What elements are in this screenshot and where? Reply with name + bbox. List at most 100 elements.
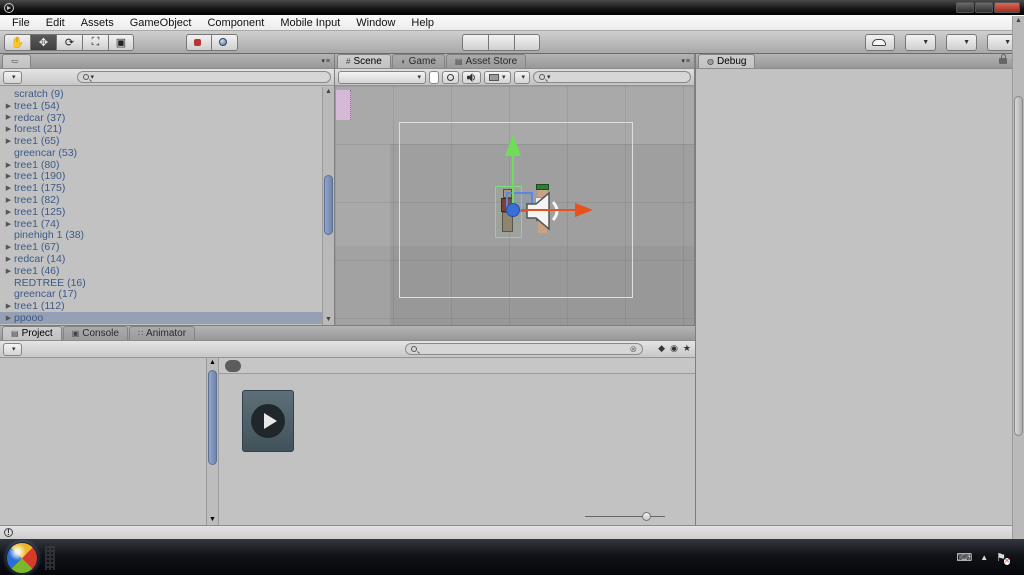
expand-icon[interactable]: ▶ <box>3 220 14 228</box>
menu-file[interactable]: File <box>4 15 38 30</box>
play-button[interactable] <box>462 34 488 51</box>
pause-button[interactable] <box>488 34 514 51</box>
hierarchy-item[interactable]: scratch (9) <box>0 88 322 100</box>
expand-icon[interactable]: ▶ <box>3 302 14 310</box>
hierarchy-item[interactable]: ▶ tree1 (82) <box>0 194 322 206</box>
hierarchy-item[interactable]: ▶ ppooo <box>0 312 322 324</box>
project-create-button[interactable]: ▾ <box>3 342 22 356</box>
expand-icon[interactable]: ▶ <box>3 255 14 263</box>
lock-icon[interactable] <box>999 54 1008 64</box>
hierarchy-item[interactable]: ▶ tree1 (46) <box>0 265 322 277</box>
rotate-tool-button[interactable]: ⟳ <box>56 33 82 51</box>
hierarchy-item[interactable]: REDTREE (16) <box>0 277 322 289</box>
scope-assets-pill[interactable] <box>225 359 241 372</box>
hierarchy-item[interactable]: pinehigh 1 (38) <box>0 229 322 241</box>
action-center-flag-icon[interactable]: ⚑ <box>996 551 1010 565</box>
thumbnail-size-slider[interactable] <box>585 511 665 521</box>
status-bar[interactable]: ! <box>0 525 1024 539</box>
scroll-up-icon[interactable]: ▲ <box>323 87 334 97</box>
hierarchy-scrollbar[interactable]: ▲ ▼ <box>322 87 334 325</box>
keyboard-icon[interactable]: ⌨ <box>956 551 972 564</box>
expand-icon[interactable]: ▶ <box>3 196 14 204</box>
inspector-scrollbar[interactable]: ▲ ▼ <box>1012 16 1024 575</box>
expand-icon[interactable]: ▶ <box>3 172 14 180</box>
hand-tool-button[interactable]: ✋ <box>4 33 30 51</box>
expand-icon[interactable]: ▶ <box>3 184 14 192</box>
asset-item[interactable] <box>235 390 301 455</box>
minimize-button[interactable] <box>956 2 974 13</box>
gizmos-dropdown[interactable]: ▾ <box>513 70 531 84</box>
scroll-up-icon[interactable]: ▲ <box>207 358 218 368</box>
menu-help[interactable]: Help <box>403 15 442 30</box>
expand-icon[interactable]: ▶ <box>3 161 14 169</box>
pivot-toggle-button[interactable] <box>186 33 211 51</box>
tab-debug[interactable]: ◍ Debug <box>698 54 756 68</box>
start-button[interactable] <box>6 541 38 574</box>
menu-edit[interactable]: Edit <box>38 15 73 30</box>
menu-mobile-input[interactable]: Mobile Input <box>272 15 348 30</box>
panel-menu-icon[interactable]: ▾≡ <box>681 57 691 65</box>
expand-icon[interactable]: ▶ <box>3 137 14 145</box>
hierarchy-item[interactable]: ▶ tree1 (190) <box>0 170 322 182</box>
expand-icon[interactable]: ▶ <box>3 267 14 275</box>
search-by-label-icon[interactable]: ◉ <box>670 343 678 354</box>
restore-button[interactable] <box>975 2 993 13</box>
panel-menu-icon[interactable]: ▾≡ <box>321 57 331 65</box>
project-search-input[interactable]: ⊗ <box>405 343 643 355</box>
expand-icon[interactable]: ▶ <box>3 208 14 216</box>
hierarchy-item[interactable]: ▶ tree1 (112) <box>0 300 322 312</box>
expand-icon[interactable]: ▶ <box>3 314 14 322</box>
scene-viewport[interactable] <box>335 86 694 325</box>
hierarchy-item[interactable]: ▶ tree1 (80) <box>0 159 322 171</box>
account-dropdown[interactable]: ▼ <box>905 34 937 51</box>
hierarchy-create-button[interactable]: ▾ <box>3 70 22 84</box>
hierarchy-item[interactable]: ▶ forest (21) <box>0 123 322 135</box>
search-by-type-icon[interactable]: ◆ <box>658 343 665 354</box>
tray-expand-icon[interactable]: ▲ <box>980 553 988 562</box>
hierarchy-item[interactable]: ▶ tree1 (175) <box>0 182 322 194</box>
tab-scene[interactable]: # Scene <box>337 54 391 68</box>
scale-tool-button[interactable]: ⛶ <box>82 33 108 51</box>
tab-project[interactable]: ▤ Project <box>2 326 62 340</box>
expand-icon[interactable]: ▶ <box>3 113 14 121</box>
expand-icon[interactable]: ▶ <box>3 125 14 133</box>
rect-tool-button[interactable]: ▣ <box>108 33 134 51</box>
clear-search-icon[interactable]: ⊗ <box>629 344 637 355</box>
hierarchy-item[interactable]: ▶ tree1 (65) <box>0 135 322 147</box>
scrollbar-thumb[interactable] <box>324 175 333 235</box>
tab-hierarchy[interactable]: ≔ <box>2 54 31 68</box>
scroll-up-icon[interactable]: ▲ <box>1013 16 1024 26</box>
menu-component[interactable]: Component <box>199 15 272 30</box>
hierarchy-item[interactable]: greencar (53) <box>0 147 322 159</box>
scene-search-input[interactable]: ▾ <box>533 71 691 83</box>
hierarchy-item[interactable]: ▶ redcar (14) <box>0 253 322 265</box>
hierarchy-search-input[interactable]: ▾ <box>76 71 331 83</box>
hierarchy-item[interactable]: ▶ redcar (37) <box>0 112 322 124</box>
tab-console[interactable]: ▣ Console <box>62 326 128 340</box>
menu-gameobject[interactable]: GameObject <box>122 15 200 30</box>
hierarchy-item[interactable]: greencar (17) <box>0 288 322 300</box>
close-button[interactable] <box>994 2 1020 13</box>
audio-toggle-button[interactable] <box>462 70 481 84</box>
menu-assets[interactable]: Assets <box>73 15 122 30</box>
hierarchy-item[interactable]: ▶ tree1 (125) <box>0 206 322 218</box>
hierarchy-item[interactable]: ▶ tree1 (67) <box>0 241 322 253</box>
scroll-down-icon[interactable]: ▼ <box>323 315 334 325</box>
slider-knob[interactable] <box>642 512 651 521</box>
lighting-toggle-button[interactable] <box>442 70 459 84</box>
2d-toggle-button[interactable] <box>429 70 439 84</box>
move-tool-button[interactable]: ✥ <box>30 33 56 51</box>
hierarchy-item[interactable]: ▶ tree1 (74) <box>0 218 322 230</box>
hierarchy-item[interactable]: ▶ tree1 (54) <box>0 100 322 112</box>
layers-dropdown[interactable]: ▼ <box>946 34 978 51</box>
shading-mode-dropdown[interactable]: ▾ <box>338 70 426 84</box>
scrollbar-thumb[interactable] <box>1014 96 1023 436</box>
menu-window[interactable]: Window <box>348 15 403 30</box>
expand-icon[interactable]: ▶ <box>3 243 14 251</box>
cloud-services-button[interactable] <box>865 34 896 51</box>
tab-asset-store[interactable]: ▤ Asset Store <box>445 54 527 68</box>
tab-game[interactable]: ◗ Game <box>391 54 445 68</box>
step-button[interactable] <box>514 34 540 51</box>
global-toggle-button[interactable] <box>211 33 238 51</box>
expand-icon[interactable]: ▶ <box>3 102 14 110</box>
